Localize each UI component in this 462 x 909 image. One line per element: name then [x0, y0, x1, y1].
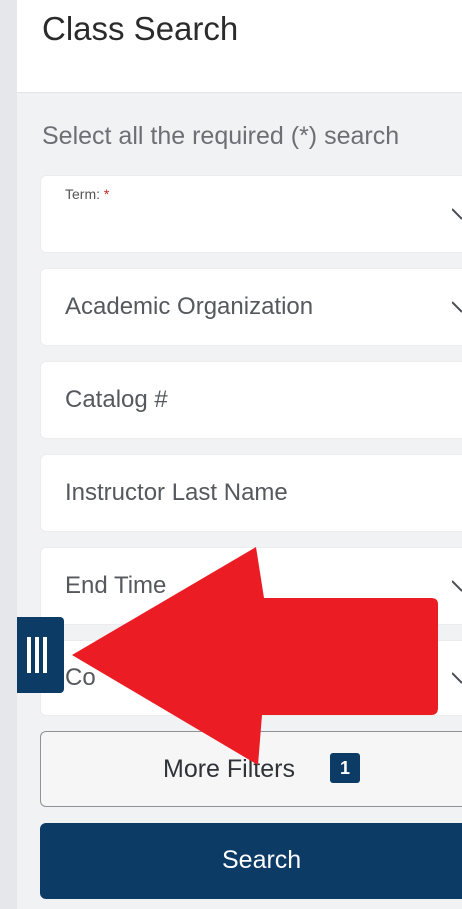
- term-select[interactable]: Term: *: [40, 175, 462, 253]
- page-header: Class Search: [17, 0, 462, 93]
- term-label: Term: *: [65, 186, 109, 202]
- required-marker: *: [103, 186, 110, 202]
- search-button[interactable]: Search: [40, 823, 462, 899]
- more-filters-button[interactable]: More Filters 1: [40, 731, 462, 807]
- instructor-last-name-input[interactable]: Instructor Last Name: [40, 454, 462, 532]
- end-time-select[interactable]: End Time: [40, 547, 462, 625]
- course-select[interactable]: Co: [40, 640, 462, 716]
- catalog-number-input[interactable]: Catalog #: [40, 361, 462, 439]
- more-filters-label: More Filters: [163, 755, 295, 783]
- left-gutter: [0, 0, 17, 909]
- term-label-text: Term:: [65, 186, 100, 202]
- academic-organization-label: Academic Organization: [65, 293, 314, 320]
- chevron-down-icon: [452, 672, 462, 684]
- filter-count-badge: 1: [330, 753, 360, 783]
- academic-organization-select[interactable]: Academic Organization: [40, 268, 462, 346]
- instructor-last-name-label: Instructor Last Name: [65, 479, 288, 506]
- chevron-down-icon: [452, 301, 462, 313]
- drag-handle[interactable]: [17, 617, 64, 693]
- catalog-number-label: Catalog #: [65, 386, 168, 413]
- search-instructions: Select all the required (*) search: [42, 122, 400, 150]
- drag-handle-icon: [27, 637, 49, 673]
- chevron-down-icon: [452, 208, 462, 220]
- course-label: Co: [65, 664, 96, 691]
- end-time-label: End Time: [65, 572, 167, 599]
- search-button-label: Search: [222, 846, 302, 874]
- page-title: Class Search: [42, 10, 239, 47]
- chevron-down-icon: [452, 580, 462, 592]
